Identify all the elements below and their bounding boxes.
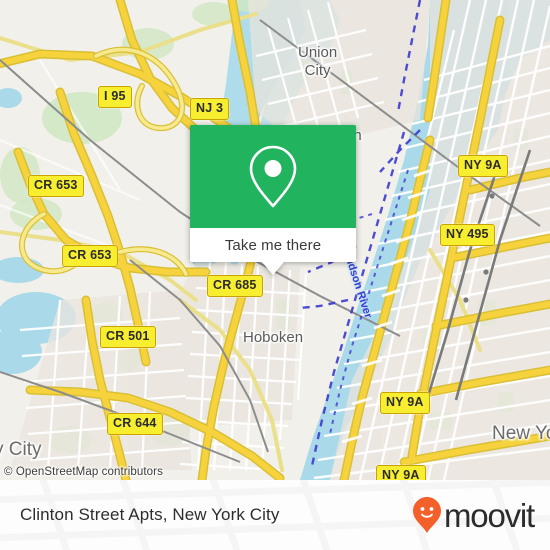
take-me-there-button[interactable]: Take me there: [190, 228, 356, 262]
road-shield-nj3[interactable]: NJ 3: [190, 98, 230, 120]
moovit-logo[interactable]: moovit: [412, 496, 535, 534]
road-shield-ny9a-a[interactable]: NY 9A: [458, 155, 508, 177]
road-shield-ny495[interactable]: NY 495: [440, 224, 495, 246]
road-shield-i95[interactable]: I 95: [98, 86, 132, 108]
road-shield-cr501[interactable]: CR 501: [100, 326, 156, 348]
road-shield-cr653-b[interactable]: CR 653: [62, 245, 118, 267]
location-title: Clinton Street Apts, New York City: [20, 505, 280, 524]
footer-bar: Clinton Street Apts, New York City moovi…: [0, 480, 550, 550]
road-shield-cr685[interactable]: CR 685: [207, 275, 263, 297]
map-popup[interactable]: Take me there: [190, 125, 356, 275]
popup-header: [190, 125, 356, 228]
screenshot-root: Union City Hoboken en y City New Yo Huds…: [0, 0, 550, 550]
road-shield-cr644[interactable]: CR 644: [107, 413, 163, 435]
popup-tail: [262, 262, 284, 275]
road-shield-cr653-a[interactable]: CR 653: [28, 175, 84, 197]
road-shield-ny9a-c[interactable]: NY 9A: [376, 465, 426, 480]
road-shield-ny9a-b[interactable]: NY 9A: [380, 392, 430, 414]
moovit-wordmark: moovit: [444, 496, 535, 534]
map-attribution[interactable]: © OpenStreetMap contributors: [4, 466, 163, 478]
map-pin-icon: [249, 145, 297, 207]
moovit-smiley-pin-icon: [413, 497, 441, 533]
